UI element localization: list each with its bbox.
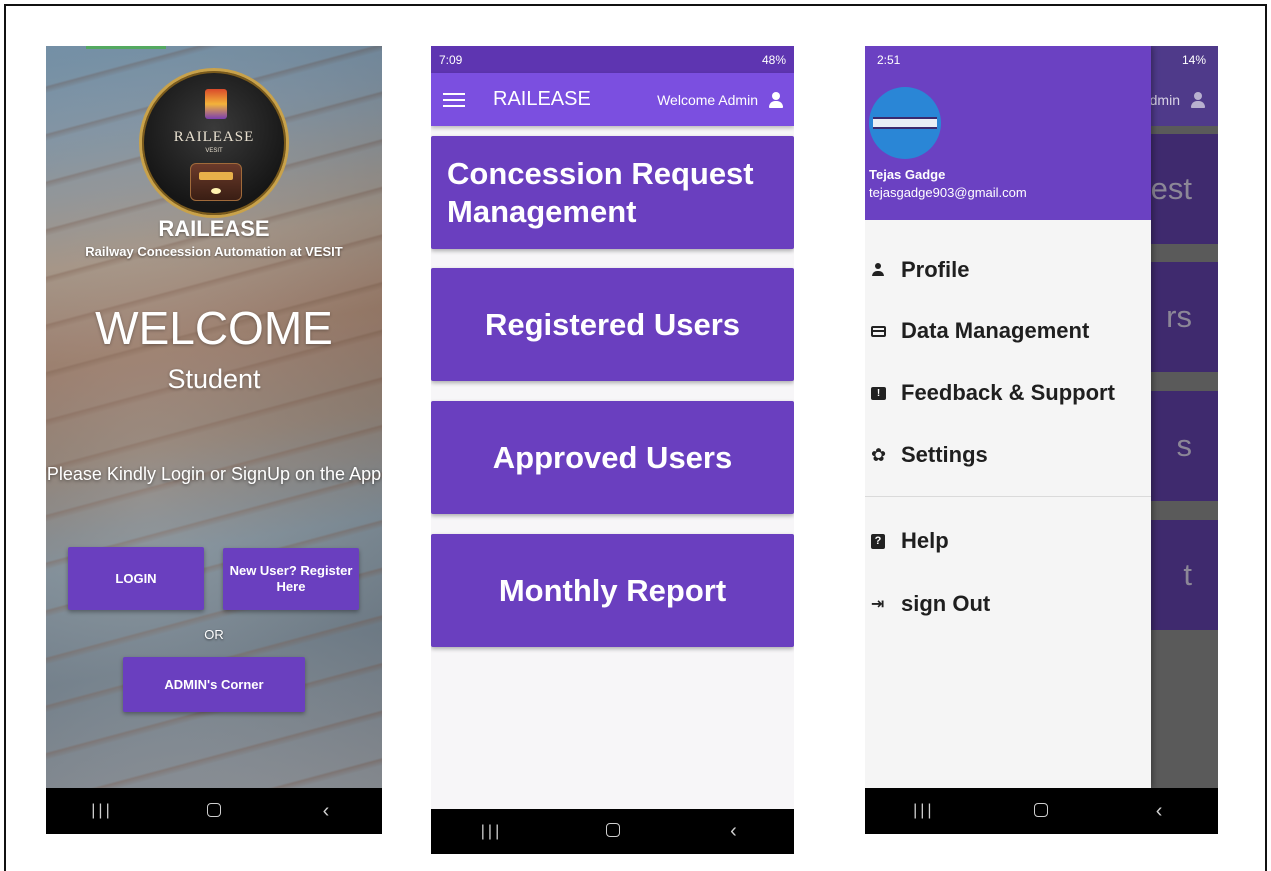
login-prompt: Please Kindly Login or SignUp on the App	[46, 464, 382, 484]
drawer-header: 2:51 Tejas Gadge tejasgadge903@gmail.com	[865, 46, 1151, 220]
feedback-icon: !	[871, 386, 886, 400]
phone-admin-dashboard: 7:09 48% RAILEASE Welcome Admin Concessi…	[431, 46, 794, 854]
train-icon	[190, 163, 242, 201]
home-button[interactable]	[1011, 801, 1071, 822]
role-label: Student	[167, 364, 261, 394]
menu-item-feedback-support[interactable]: ! Feedback & Support	[865, 373, 1151, 413]
dimmed-welcome-text: dmin	[1149, 91, 1180, 108]
phone-student-welcome: RAILEASE VESIT RAILEASE Railway Concessi…	[46, 46, 382, 834]
home-icon	[207, 802, 221, 817]
app-bar: RAILEASE Welcome Admin	[431, 73, 794, 126]
recent-apps-icon[interactable]: |||	[462, 823, 522, 841]
logo-subtext: VESIT	[205, 148, 223, 154]
system-navigation-bar: ||| ‹	[865, 788, 1218, 834]
recent-apps-icon[interactable]: |||	[72, 802, 132, 820]
avatar[interactable]	[869, 87, 941, 159]
menu-item-sign-out[interactable]: ⇥ sign Out	[865, 584, 1151, 624]
app-subtitle: Railway Concession Automation at VESIT	[85, 244, 343, 259]
battery-status: 48%	[761, 52, 786, 67]
gear-icon: ✿	[871, 445, 887, 465]
menu-item-label: Data Management	[901, 318, 1090, 343]
menu-item-profile[interactable]: Profile	[865, 250, 1151, 290]
drawer-status-time: 2:51	[877, 52, 901, 67]
welcome-heading: WELCOME	[95, 302, 333, 354]
status-indicator	[86, 46, 166, 49]
app-title: RAILEASE	[158, 216, 270, 241]
menu-icon[interactable]	[443, 89, 465, 111]
person-icon	[871, 263, 885, 277]
account-icon[interactable]	[768, 91, 784, 108]
menu-item-label: Feedback & Support	[901, 380, 1115, 405]
status-bar: 7:09 48%	[431, 46, 794, 73]
admin-corner-button[interactable]: ADMIN's Corner	[123, 657, 305, 712]
card-icon	[871, 325, 886, 337]
registered-users-card[interactable]: Registered Users	[431, 268, 794, 381]
menu-item-settings[interactable]: ✿ Settings	[865, 435, 1151, 475]
menu-item-label: Help	[901, 528, 949, 553]
app-bar-title: RAILEASE	[493, 88, 591, 110]
navigation-drawer: 2:51 Tejas Gadge tejasgadge903@gmail.com…	[865, 46, 1151, 788]
or-separator: OR	[204, 627, 224, 642]
home-icon	[1034, 802, 1049, 817]
home-button[interactable]	[184, 801, 244, 822]
register-button[interactable]: New User? Register Here	[223, 548, 359, 610]
menu-item-data-management[interactable]: Data Management	[865, 311, 1151, 351]
phone-admin-drawer: 2:51 14% dmin est rs s t 2:51 Tejas Gadg…	[865, 46, 1218, 834]
home-button[interactable]	[583, 821, 643, 842]
status-time: 7:09	[439, 52, 463, 67]
menu-item-label: sign Out	[901, 591, 991, 616]
user-email: tejasgadge903@gmail.com	[869, 185, 1027, 200]
battery-status: 14%	[1181, 52, 1206, 67]
menu-item-label: Settings	[901, 442, 988, 467]
user-name: Tejas Gadge	[869, 167, 946, 182]
divider	[865, 496, 1151, 497]
menu-item-help[interactable]: ? Help	[865, 521, 1151, 561]
concession-request-management-card[interactable]: Concession Request Management	[431, 136, 794, 249]
back-icon[interactable]: ‹	[1129, 800, 1189, 823]
recent-apps-icon[interactable]: |||	[894, 802, 954, 820]
monthly-report-card[interactable]: Monthly Report	[431, 534, 794, 647]
logout-icon: ⇥	[871, 596, 885, 613]
screenshot-frame: RAILEASE VESIT RAILEASE Railway Concessi…	[4, 4, 1267, 871]
login-button[interactable]: LOGIN	[68, 547, 204, 610]
account-icon	[1190, 91, 1206, 108]
approved-users-card[interactable]: Approved Users	[431, 401, 794, 514]
help-icon: ?	[871, 533, 885, 549]
system-navigation-bar: ||| ‹	[431, 809, 794, 854]
railease-logo: RAILEASE VESIT	[139, 68, 289, 218]
menu-item-label: Profile	[901, 257, 970, 282]
college-emblem-icon	[205, 89, 227, 119]
welcome-admin-text: Welcome Admin	[657, 91, 758, 108]
back-icon[interactable]: ‹	[704, 820, 764, 843]
system-navigation-bar: ||| ‹	[46, 788, 382, 834]
logo-text: RAILEASE	[173, 129, 255, 145]
home-icon	[605, 823, 620, 837]
back-icon[interactable]: ‹	[296, 800, 356, 823]
